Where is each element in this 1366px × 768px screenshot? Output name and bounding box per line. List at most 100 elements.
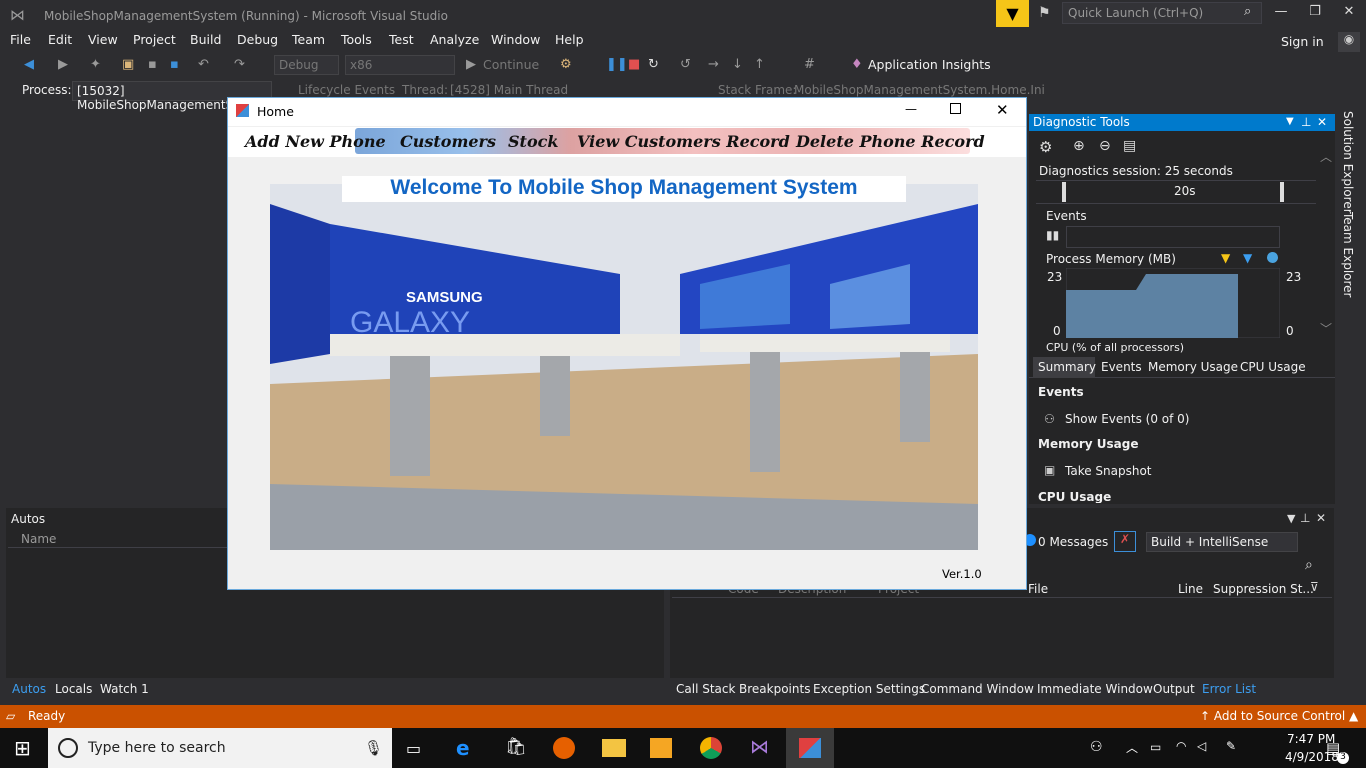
tab-autos[interactable]: Autos	[12, 682, 46, 696]
stop-debugging-icon[interactable]: ■	[628, 57, 640, 72]
show-next-statement-icon[interactable]: ↺	[680, 57, 691, 72]
continue-icon[interactable]: ▶	[466, 57, 476, 72]
events-section-label[interactable]: Events	[1046, 209, 1087, 223]
menu-customers[interactable]: Customers	[400, 132, 496, 151]
close-button[interactable]: ✕	[1334, 4, 1364, 24]
quick-launch-input[interactable]: Quick Launch (Ctrl+Q)	[1062, 2, 1262, 24]
wifi-icon[interactable]: ◠	[1176, 739, 1186, 753]
reset-view-icon[interactable]: ▤	[1123, 138, 1136, 154]
add-to-source-control-button[interactable]: ↑ Add to Source Control ▲	[1200, 709, 1358, 723]
media-player-icon[interactable]	[650, 738, 672, 758]
menu-view[interactable]: View	[88, 32, 118, 47]
step-into-icon[interactable]: →	[708, 57, 719, 72]
panel-menu-icon[interactable]: ▼	[1287, 512, 1295, 525]
show-events-link[interactable]: Show Events (0 of 0)	[1065, 412, 1189, 426]
thread-dropdown[interactable]: [4528] Main Thread	[450, 83, 568, 97]
tab-breakpoints[interactable]: Breakpoints	[739, 682, 810, 696]
visual-studio-taskbar-icon[interactable]: ⋈	[750, 736, 769, 758]
zoom-out-icon[interactable]: ⊖	[1099, 138, 1111, 154]
stack-frame-dropdown[interactable]: MobileShopManagementSystem.Home.Ini	[794, 83, 1045, 97]
mobile-shop-app-icon[interactable]	[799, 738, 821, 758]
settings-icon[interactable]: ⚙	[1039, 138, 1052, 156]
application-insights-button[interactable]: Application Insights	[868, 57, 991, 72]
tab-team-explorer[interactable]: Team Explorer	[1341, 212, 1355, 298]
menu-help[interactable]: Help	[555, 32, 584, 47]
menu-team[interactable]: Team	[292, 32, 325, 47]
process-memory-label[interactable]: Process Memory (MB)	[1046, 252, 1176, 266]
tab-memory-usage[interactable]: Memory Usage	[1148, 360, 1238, 374]
pen-icon[interactable]: ✎	[1226, 739, 1236, 753]
scroll-up-icon[interactable]: ︿	[1320, 148, 1332, 165]
menu-file[interactable]: File	[10, 32, 31, 47]
diag-pin-icon[interactable]: ⊥	[1301, 115, 1311, 129]
menu-tools[interactable]: Tools	[341, 32, 372, 47]
zoom-in-icon[interactable]: ⊕	[1073, 138, 1085, 154]
timeline-start-handle[interactable]	[1062, 182, 1066, 202]
save-icon[interactable]: ▪	[148, 57, 157, 72]
menu-build[interactable]: Build	[190, 32, 221, 47]
menu-window[interactable]: Window	[491, 32, 540, 47]
tab-command-window[interactable]: Command Window	[921, 682, 1034, 696]
tab-locals[interactable]: Locals	[55, 682, 92, 696]
tab-watch-1[interactable]: Watch 1	[100, 682, 149, 696]
menu-debug[interactable]: Debug	[237, 32, 278, 47]
break-all-icon[interactable]: ❚❚	[606, 57, 628, 72]
save-all-icon[interactable]: ▪	[170, 57, 179, 72]
microphone-icon[interactable]: 🎙	[364, 739, 383, 757]
platform-dropdown[interactable]: x86	[345, 55, 455, 75]
column-file[interactable]: File	[1028, 582, 1048, 596]
firefox-icon[interactable]	[553, 737, 575, 759]
tab-solution-explorer[interactable]: Solution Explorer	[1341, 111, 1355, 214]
file-explorer-icon[interactable]	[602, 739, 626, 757]
hex-display-icon[interactable]: #	[804, 57, 815, 72]
sign-in-link[interactable]: Sign in	[1281, 34, 1324, 49]
process-icon[interactable]: ⚙	[560, 57, 572, 72]
open-file-icon[interactable]: ▣	[122, 57, 134, 72]
search-icon[interactable]: ⌕	[1244, 4, 1251, 19]
tab-immediate-window[interactable]: Immediate Window	[1037, 682, 1153, 696]
build-filter-dropdown[interactable]: Build + IntelliSense	[1146, 532, 1298, 552]
volume-icon[interactable]: ◁	[1197, 739, 1206, 753]
menu-stock[interactable]: Stock	[508, 132, 558, 151]
menu-view-customers-record[interactable]: View Customers Record	[577, 132, 790, 151]
forward-icon[interactable]: ▶	[58, 57, 68, 72]
battery-icon[interactable]: ▭	[1150, 740, 1161, 754]
menu-add-new-phone[interactable]: Add New Phone	[245, 132, 386, 151]
application-insights-icon[interactable]: ♦	[851, 57, 863, 72]
minimize-button[interactable]: —	[1266, 4, 1296, 24]
lifecycle-events-button[interactable]: Lifecycle Events	[298, 83, 395, 97]
tab-output[interactable]: Output	[1153, 682, 1195, 696]
account-icon[interactable]: ◉	[1338, 32, 1360, 52]
store-icon[interactable]: 🛍	[505, 737, 527, 757]
menu-delete-phone-record[interactable]: Delete Phone Record	[796, 132, 985, 151]
menu-analyze[interactable]: Analyze	[430, 32, 479, 47]
cpu-section-label[interactable]: CPU (% of all processors)	[1046, 341, 1184, 353]
edge-icon[interactable]: e	[456, 736, 470, 760]
timeline-end-handle[interactable]	[1280, 182, 1284, 202]
tab-call-stack[interactable]: Call Stack	[676, 682, 735, 696]
redo-icon[interactable]: ↷	[234, 57, 245, 72]
chrome-icon[interactable]	[700, 737, 722, 759]
restore-button[interactable]: ❐	[1300, 4, 1330, 24]
home-minimize-button[interactable]: —	[905, 102, 917, 116]
scroll-down-icon[interactable]: ﹀	[1320, 320, 1332, 337]
step-over-icon[interactable]: ↓	[732, 57, 743, 72]
column-line[interactable]: Line	[1178, 582, 1203, 596]
home-close-button[interactable]: ✕	[996, 101, 1009, 119]
windows-start-icon[interactable]: ⊞	[14, 736, 31, 760]
column-name[interactable]: Name	[21, 532, 56, 546]
close-panel-icon[interactable]: ✕	[1316, 511, 1326, 525]
tab-cpu-usage[interactable]: CPU Usage	[1240, 360, 1306, 374]
filter-errors-icon[interactable]: ✗	[1114, 531, 1136, 552]
menu-edit[interactable]: Edit	[48, 32, 72, 47]
restart-icon[interactable]: ↻	[648, 57, 659, 72]
new-project-icon[interactable]: ✦	[90, 57, 101, 72]
step-out-icon[interactable]: ↑	[754, 57, 765, 72]
undo-icon[interactable]: ↶	[198, 57, 209, 72]
show-hidden-icons-icon[interactable]: ︿	[1126, 739, 1138, 756]
take-snapshot-button[interactable]: Take Snapshot	[1065, 464, 1152, 478]
pin-icon[interactable]: ⊥	[1300, 511, 1310, 525]
column-suppression[interactable]: Suppression St...	[1213, 582, 1314, 596]
column-filter-icon[interactable]: ⊽	[1310, 580, 1319, 594]
people-icon[interactable]: ⚇	[1090, 739, 1103, 755]
